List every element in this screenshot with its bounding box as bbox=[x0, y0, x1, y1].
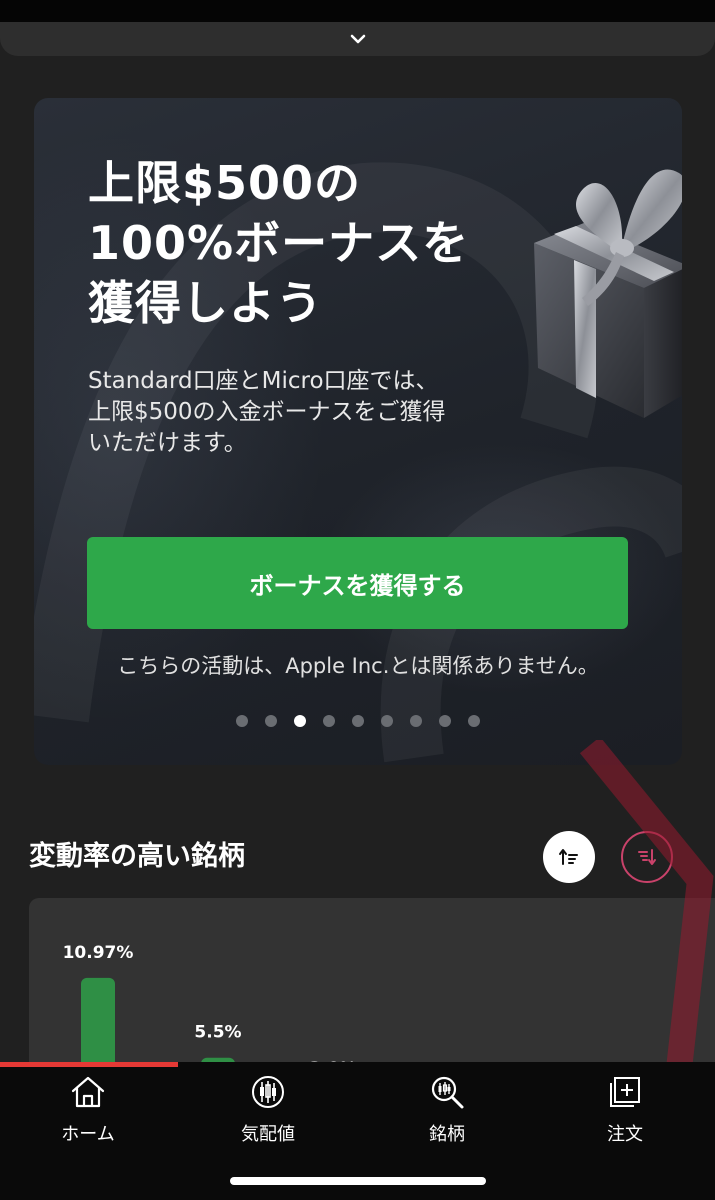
nav-item-order[interactable]: 注文 bbox=[565, 1072, 685, 1146]
collapse-handle[interactable] bbox=[0, 22, 715, 56]
chevron-down-icon[interactable] bbox=[348, 32, 368, 46]
apple-disclaimer: こちらの活動は、Apple Inc.とは関係ありません。 bbox=[117, 654, 599, 678]
get-bonus-button[interactable]: ボーナスを獲得する bbox=[87, 537, 628, 629]
carousel-dot[interactable] bbox=[439, 715, 451, 727]
carousel-dot[interactable] bbox=[352, 715, 364, 727]
carousel-dot[interactable] bbox=[468, 715, 480, 727]
section-title-volatility: 変動率の高い銘柄 bbox=[29, 841, 245, 872]
volatility-chart: 10.97%5.5%3.0%2.93% bbox=[29, 898, 715, 1068]
home-icon bbox=[71, 1076, 105, 1108]
banner-title: 上限$500の 100%ボーナスを 獲得しよう bbox=[88, 156, 470, 330]
carousel-indicator bbox=[34, 715, 682, 727]
carousel-dot-active[interactable] bbox=[294, 715, 306, 727]
chart-bar[interactable] bbox=[81, 977, 115, 1068]
nav-item-symbols[interactable]: 銘柄 bbox=[387, 1072, 507, 1146]
carousel-dot[interactable] bbox=[410, 715, 422, 727]
sort-descending-icon bbox=[638, 849, 656, 865]
order-icon bbox=[610, 1077, 640, 1107]
nav-item-home[interactable]: ホーム bbox=[28, 1072, 148, 1146]
sort-descending-button[interactable] bbox=[621, 831, 673, 883]
sort-ascending-icon bbox=[559, 849, 578, 865]
banner-description: Standard口座とMicro口座では、 上限$500の入金ボーナスをご獲得 … bbox=[88, 368, 446, 456]
nav-label-quotes: 気配値 bbox=[241, 1124, 295, 1145]
loading-progress bbox=[0, 1062, 178, 1067]
quotes-icon bbox=[252, 1076, 284, 1108]
status-bar-area bbox=[0, 0, 715, 22]
nav-item-quotes[interactable]: 気配値 bbox=[208, 1072, 328, 1146]
gift-box-icon bbox=[534, 169, 682, 418]
carousel-dot[interactable] bbox=[381, 715, 393, 727]
nav-label-symbols: 銘柄 bbox=[429, 1124, 465, 1145]
nav-label-order: 注文 bbox=[607, 1124, 643, 1145]
home-indicator bbox=[230, 1177, 486, 1185]
nav-label-home: ホーム bbox=[61, 1124, 115, 1145]
carousel-dot[interactable] bbox=[323, 715, 335, 727]
chart-value-label: 5.5% bbox=[194, 1023, 241, 1043]
symbol-search-icon bbox=[431, 1076, 464, 1109]
carousel-dot[interactable] bbox=[236, 715, 248, 727]
carousel-dot[interactable] bbox=[265, 715, 277, 727]
bottom-navigation: ホーム 気配値 銘柄 注文 bbox=[0, 1062, 715, 1200]
volatility-bar-chart: 10.97%5.5%3.0%2.93% bbox=[63, 943, 477, 1068]
sort-ascending-button[interactable] bbox=[543, 831, 595, 883]
chart-value-label: 10.97% bbox=[63, 943, 134, 963]
promo-banner[interactable]: 上限$500の 100%ボーナスを 獲得しよう Standard口座とMicro… bbox=[34, 98, 682, 765]
